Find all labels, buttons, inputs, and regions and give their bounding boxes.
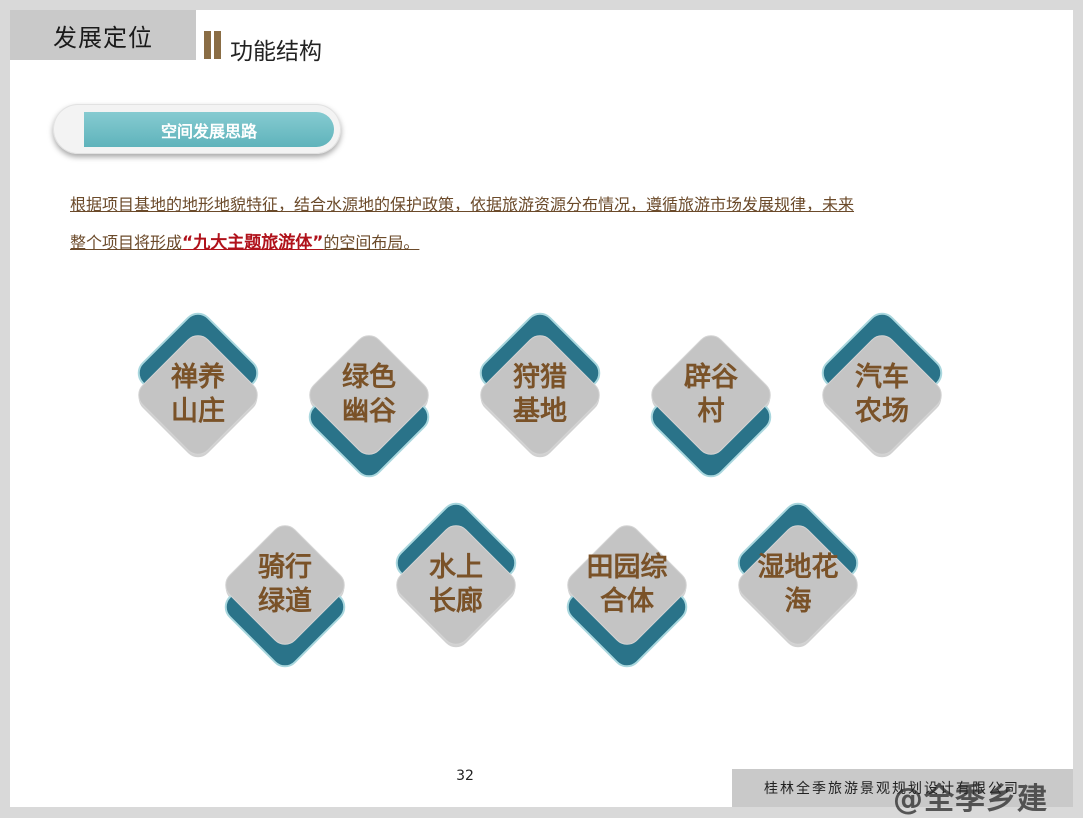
page-number: 32 [456,768,474,784]
theme-node-label-line1: 禅养 [171,362,225,393]
theme-node-label-line1: 汽车 [855,362,909,393]
theme-node-label-line1: 骑行 [258,552,312,583]
description-line-2-prefix: 整个项目将形成 [70,233,183,252]
description-line-1: 根据项目基地的地形地貌特征，结合水源地的保护政策，依据旅游资源分布情况，遵循旅游… [70,195,855,214]
description-text: 根据项目基地的地形地貌特征，结合水源地的保护政策，依据旅游资源分布情况，遵循旅游… [70,186,1010,262]
theme-node-5: 汽车 农场 [797,300,967,490]
theme-node-label-line1: 湿地花 [757,552,839,583]
theme-node-label-line1: 田园综 [586,552,668,583]
theme-node-4: 辟谷村 [626,300,796,490]
theme-node-label-line2: 海 [784,586,812,617]
description-highlight: “九大主题旅游体” [182,233,324,253]
theme-node-label-line2: 合体 [600,586,654,617]
theme-node-label-line2: 幽谷 [342,396,396,427]
section-tab: 发展定位 [10,10,196,60]
pill-label: 空间发展思路 [84,112,334,147]
theme-node-label-line2: 基地 [513,396,567,427]
theme-node-label-line1: 辟谷 [684,362,738,393]
theme-node-3: 狩猎 基地 [455,300,625,490]
theme-node-7: 水上 长廊 [371,490,541,680]
description-line-2-suffix: 的空间布局。 [323,233,420,252]
watermark-text: @全季乡建 [893,782,1048,817]
theme-node-label-line1: 绿色 [342,362,396,393]
theme-node-label-line2: 农场 [855,396,909,427]
subtitle-bar-icon [204,31,222,59]
theme-node-8: 田园综 合体 [542,490,712,680]
page-subtitle: 功能结构 [230,39,322,65]
theme-node-label-line1: 狩猎 [513,362,567,393]
theme-node-6: 骑行 绿道 [200,490,370,680]
theme-node-9: 湿地花海 [713,490,883,680]
theme-node-label-line2: 长廊 [429,586,483,617]
theme-node-label-line2: 村 [697,396,725,427]
theme-node-label-line2: 绿道 [258,586,312,617]
theme-node-1: 禅养 山庄 [113,300,283,490]
theme-node-label-line2: 山庄 [171,396,225,427]
theme-node-label-line1: 水上 [429,552,483,583]
theme-node-2: 绿色 幽谷 [284,300,454,490]
